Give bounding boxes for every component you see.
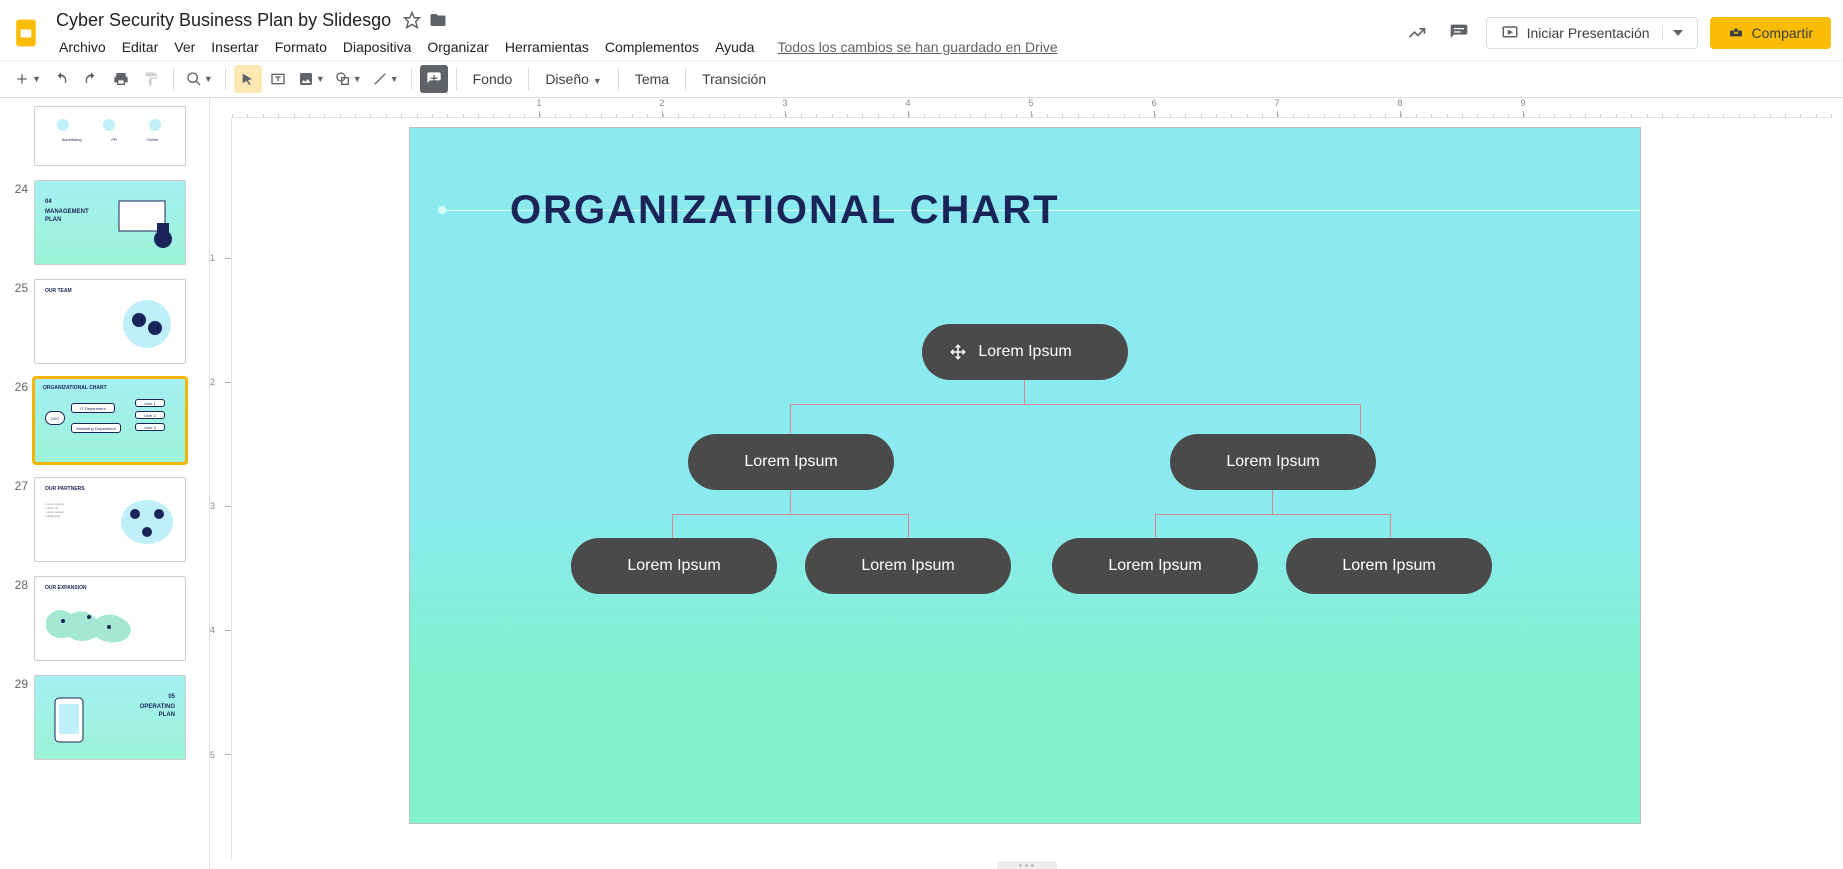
thumb-number: 29 [8, 675, 28, 760]
connector [790, 404, 1360, 405]
comment-tool-button[interactable] [420, 65, 448, 93]
connector [908, 514, 909, 538]
present-button[interactable]: Iniciar Presentación [1486, 17, 1698, 49]
connector [790, 404, 791, 434]
thumb-number: 25 [8, 279, 28, 364]
thumbnail-rail[interactable]: AdvertisingPROnline 24 04 MANAGEMENT PLA… [0, 98, 210, 869]
transition-button[interactable]: Transición [694, 71, 774, 87]
thumbnail-29[interactable]: 05 OPERATING PLAN [34, 675, 186, 760]
connector [1272, 490, 1273, 514]
menu-insertar[interactable]: Insertar [204, 35, 265, 59]
speaker-notes-handle[interactable] [997, 861, 1057, 869]
save-status[interactable]: Todos los cambios se han guardado en Dri… [777, 39, 1057, 55]
title-decor-dot [438, 206, 446, 214]
menu-ayuda[interactable]: Ayuda [708, 35, 761, 59]
slide-wrapper: ORGANIZATIONAL CHART Lorem Ipsum [410, 128, 1640, 823]
menu-organizar[interactable]: Organizar [420, 35, 495, 59]
connector [672, 514, 673, 538]
select-tool-button[interactable] [234, 65, 262, 93]
thumb-number [8, 106, 28, 166]
connector [1155, 514, 1156, 538]
comments-icon[interactable] [1444, 18, 1474, 48]
connector [1155, 514, 1390, 515]
app-body: AdvertisingPROnline 24 04 MANAGEMENT PLA… [0, 98, 1843, 869]
org-node-l3b[interactable]: Lorem Ipsum [805, 538, 1011, 594]
connector [790, 490, 791, 514]
menu-diapositiva[interactable]: Diapositiva [336, 35, 418, 59]
thumb-number: 26 [8, 378, 28, 463]
toolbar: ▼ ▼ ▼ ▼ ▼ Fondo Diseño▼ Tema Transición [0, 60, 1843, 98]
background-button[interactable]: Fondo [465, 71, 521, 87]
slide-title[interactable]: ORGANIZATIONAL CHART [510, 188, 1060, 233]
ruler-horizontal: 123456789 [232, 98, 1833, 118]
activity-icon[interactable] [1402, 18, 1432, 48]
org-node-label: Lorem Ipsum [1342, 557, 1435, 575]
title-area: Cyber Security Business Plan by Slidesgo… [52, 8, 1402, 59]
connector [1360, 404, 1361, 434]
thumbnail-28[interactable]: OUR EXPANSION [34, 576, 186, 661]
connector [1024, 380, 1025, 404]
menu-herramientas[interactable]: Herramientas [498, 35, 596, 59]
org-node-l2a[interactable]: Lorem Ipsum [688, 434, 894, 490]
doc-title[interactable]: Cyber Security Business Plan by Slidesgo [52, 8, 395, 33]
org-node-label: Lorem Ipsum [627, 557, 720, 575]
star-icon[interactable] [403, 11, 421, 29]
org-node-label: Lorem Ipsum [1226, 453, 1319, 471]
thumb-number: 28 [8, 576, 28, 661]
thumbnail-27[interactable]: OUR PARTNERS • Lorem ipsum• dolor sit• a… [34, 477, 186, 562]
org-node-l2b[interactable]: Lorem Ipsum [1170, 434, 1376, 490]
paint-format-button[interactable] [137, 65, 165, 93]
connector [672, 514, 908, 515]
line-tool-button[interactable]: ▼ [368, 65, 403, 93]
org-node-label: Lorem Ipsum [861, 557, 954, 575]
app-header: Cyber Security Business Plan by Slidesgo… [0, 0, 1843, 60]
menu-editar[interactable]: Editar [115, 35, 166, 59]
image-tool-button[interactable]: ▼ [294, 65, 329, 93]
canvas-area[interactable]: 123456789 12345 ORGANIZATIONAL CHART [210, 98, 1843, 869]
move-cursor-icon [948, 342, 968, 362]
theme-button[interactable]: Tema [627, 71, 677, 87]
org-node-label: Lorem Ipsum [744, 453, 837, 471]
present-label: Iniciar Presentación [1527, 25, 1650, 41]
menu-archivo[interactable]: Archivo [52, 35, 113, 59]
share-button[interactable]: Compartir [1710, 17, 1831, 49]
slide-canvas[interactable]: ORGANIZATIONAL CHART Lorem Ipsum [410, 128, 1640, 823]
menu-bar: Archivo Editar Ver Insertar Formato Diap… [52, 35, 1402, 59]
present-dropdown-icon[interactable] [1662, 25, 1683, 41]
menu-complementos[interactable]: Complementos [598, 35, 706, 59]
undo-button[interactable] [47, 65, 75, 93]
menu-ver[interactable]: Ver [167, 35, 202, 59]
ruler-vertical: 12345 [210, 118, 232, 859]
thumbnail-23[interactable]: AdvertisingPROnline [34, 106, 186, 166]
print-button[interactable] [107, 65, 135, 93]
thumb-number: 27 [8, 477, 28, 562]
thumbnail-25[interactable]: OUR TEAM [34, 279, 186, 364]
thumbnail-24[interactable]: 04 MANAGEMENT PLAN [34, 180, 186, 265]
menu-formato[interactable]: Formato [268, 35, 334, 59]
thumbnail-26[interactable]: ORGANIZATIONAL CHART IT Department Marke… [34, 378, 186, 463]
connector [1390, 514, 1391, 538]
org-node-root[interactable]: Lorem Ipsum [922, 324, 1128, 380]
layout-button[interactable]: Diseño▼ [537, 71, 610, 87]
org-node-l3d[interactable]: Lorem Ipsum [1286, 538, 1492, 594]
textbox-tool-button[interactable] [264, 65, 292, 93]
thumb-number: 24 [8, 180, 28, 265]
slides-logo[interactable] [8, 15, 44, 51]
shape-tool-button[interactable]: ▼ [331, 65, 366, 93]
redo-button[interactable] [77, 65, 105, 93]
share-label: Compartir [1752, 25, 1813, 41]
zoom-button[interactable]: ▼ [182, 65, 217, 93]
org-node-l3c[interactable]: Lorem Ipsum [1052, 538, 1258, 594]
new-slide-button[interactable]: ▼ [10, 65, 45, 93]
org-node-l3a[interactable]: Lorem Ipsum [571, 538, 777, 594]
org-node-label: Lorem Ipsum [978, 343, 1071, 361]
move-to-folder-icon[interactable] [429, 11, 447, 29]
org-node-label: Lorem Ipsum [1108, 557, 1201, 575]
